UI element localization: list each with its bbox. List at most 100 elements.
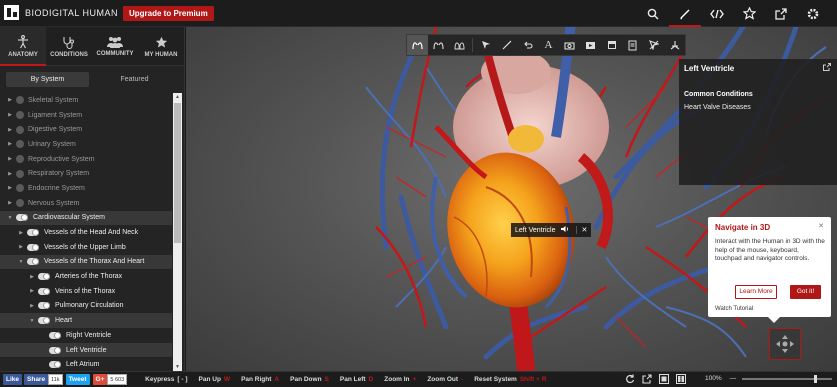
tree-item[interactable]: ▼ Cardiovascular System: [0, 210, 172, 226]
scroll-up-icon[interactable]: ▲: [173, 93, 182, 101]
tree-item[interactable]: ▶ Nervous System: [0, 196, 172, 211]
caret-right-icon[interactable]: ▶: [7, 112, 13, 118]
caret-right-icon[interactable]: ▶: [7, 156, 13, 162]
zoom-slider[interactable]: [742, 374, 833, 383]
visibility-dot[interactable]: [16, 96, 24, 105]
close-icon[interactable]: ✕: [818, 222, 824, 230]
tree-item[interactable]: ▶ Arteries of the Thorax: [0, 269, 172, 284]
app-logo[interactable]: BIODIGITAL HUMAN: [4, 5, 118, 20]
visibility-toggle[interactable]: [38, 302, 50, 310]
caret-down-icon[interactable]: ▼: [29, 318, 35, 324]
close-icon[interactable]: ✕: [576, 226, 587, 234]
pointer-icon[interactable]: [475, 35, 496, 55]
tree-item[interactable]: ▶ Ligament System: [0, 108, 172, 123]
tree-item[interactable]: ▶ Endocrine System: [0, 181, 172, 196]
tab-conditions[interactable]: CONDITIONS: [46, 27, 92, 66]
tree-item[interactable]: ▼ Vessels of the Thorax And Heart: [0, 254, 172, 270]
navigator-control[interactable]: [769, 328, 801, 360]
tree-item[interactable]: ▶ Skeletal System: [0, 93, 172, 108]
caret-right-icon[interactable]: ▶: [7, 141, 13, 147]
visibility-toggle[interactable]: [27, 243, 39, 251]
tree-item[interactable]: ▶ Urinary System: [0, 137, 172, 152]
tree-item[interactable]: ▼ Heart: [0, 313, 172, 328]
visibility-toggle[interactable]: [49, 361, 61, 369]
visibility-toggle[interactable]: [38, 287, 50, 295]
tree-item[interactable]: Right Ventricle: [0, 328, 172, 343]
visibility-dot[interactable]: [16, 184, 24, 193]
tree-item[interactable]: ▶ Vessels of the Upper Limb: [0, 240, 172, 255]
caret-right-icon[interactable]: ▶: [7, 200, 13, 206]
subtab-featured[interactable]: Featured: [93, 72, 176, 87]
visibility-dot[interactable]: [16, 169, 24, 178]
3d-viewport[interactable]: A Left Ventricle Common Conditions Heart…: [186, 27, 837, 371]
expand-icon[interactable]: [823, 63, 831, 71]
visibility-toggle[interactable]: [38, 317, 50, 325]
visibility-toggle[interactable]: [16, 214, 28, 222]
visibility-dot[interactable]: [16, 199, 24, 208]
facebook-like-button[interactable]: Like: [3, 374, 23, 385]
tab-my-human[interactable]: MY HUMAN: [138, 27, 184, 66]
got-it-button[interactable]: Got it!: [790, 285, 821, 299]
window-icon[interactable]: [601, 35, 622, 55]
caret-right-icon[interactable]: ▶: [18, 244, 24, 250]
visibility-toggle[interactable]: [38, 273, 50, 281]
share-icon[interactable]: [765, 3, 797, 24]
tweet-button[interactable]: Tweet: [65, 374, 90, 385]
tree-item[interactable]: ▶ Respiratory System: [0, 166, 172, 181]
condition-link[interactable]: Heart Valve Diseases: [684, 104, 751, 111]
tree-item[interactable]: ▶ Digestive System: [0, 122, 172, 137]
caret-right-icon[interactable]: ▶: [7, 127, 13, 133]
text-icon[interactable]: A: [538, 35, 559, 55]
anatomy-view-icon[interactable]: [407, 35, 428, 55]
google-plus-button[interactable]: G+: [92, 374, 108, 385]
split-view-icon[interactable]: [676, 374, 686, 384]
lungs-outline-icon[interactable]: [449, 35, 470, 55]
caret-right-icon[interactable]: ▶: [7, 185, 13, 191]
visibility-toggle[interactable]: [49, 346, 61, 354]
caret-down-icon[interactable]: ▼: [18, 259, 24, 265]
undo-icon[interactable]: [517, 35, 538, 55]
tree-item[interactable]: ▶ Pulmonary Circulation: [0, 299, 172, 314]
speaker-icon[interactable]: [561, 225, 570, 235]
visibility-dot[interactable]: [16, 155, 24, 164]
pen-icon[interactable]: [496, 35, 517, 55]
embed-code-icon[interactable]: [701, 3, 733, 24]
tree-item[interactable]: ▶ Reproductive System: [0, 152, 172, 167]
caret-right-icon[interactable]: ▶: [7, 97, 13, 103]
tree-item[interactable]: ▶ Veins of the Thorax: [0, 284, 172, 299]
document-icon[interactable]: [622, 35, 643, 55]
tab-anatomy[interactable]: ANATOMY: [0, 27, 46, 66]
camera-icon[interactable]: [559, 35, 580, 55]
scroll-thumb[interactable]: [174, 103, 181, 243]
visibility-dot[interactable]: [16, 125, 24, 134]
single-view-icon[interactable]: [659, 374, 669, 384]
video-icon[interactable]: [580, 35, 601, 55]
caret-down-icon[interactable]: ▼: [7, 215, 13, 221]
visibility-toggle[interactable]: [27, 258, 39, 266]
zoom-slider-handle[interactable]: [814, 374, 818, 383]
tab-community[interactable]: COMMUNITY: [92, 27, 138, 66]
scroll-down-icon[interactable]: ▼: [173, 363, 182, 371]
tree-item[interactable]: Left Atrium: [0, 357, 172, 371]
external-link-icon[interactable]: [642, 374, 652, 384]
tree-item[interactable]: Left Ventricle: [0, 342, 172, 358]
caret-right-icon[interactable]: ▶: [18, 230, 24, 236]
tree-item[interactable]: ▶ Vessels of the Head And Neck: [0, 225, 172, 240]
visibility-toggle[interactable]: [27, 229, 39, 237]
caret-right-icon[interactable]: ▶: [29, 303, 35, 309]
caret-right-icon[interactable]: ▶: [7, 171, 13, 177]
no-fly-icon[interactable]: [643, 35, 664, 55]
sidebar-scrollbar[interactable]: ▲ ▼: [173, 93, 182, 371]
pencil-icon[interactable]: [669, 3, 701, 27]
search-icon[interactable]: [637, 3, 669, 24]
upgrade-premium-button[interactable]: Upgrade to Premium: [123, 6, 214, 21]
star-icon[interactable]: [733, 3, 765, 24]
facebook-share-button[interactable]: Share: [24, 374, 49, 385]
watch-tutorial-link[interactable]: Watch Tutorial: [715, 306, 753, 312]
learn-more-button[interactable]: Learn More: [735, 285, 777, 299]
caret-right-icon[interactable]: ▶: [29, 274, 35, 280]
caret-right-icon[interactable]: ▶: [29, 288, 35, 294]
person-icon[interactable]: [664, 35, 685, 55]
zoom-out-icon[interactable]: —: [730, 375, 737, 382]
visibility-dot[interactable]: [16, 111, 24, 120]
